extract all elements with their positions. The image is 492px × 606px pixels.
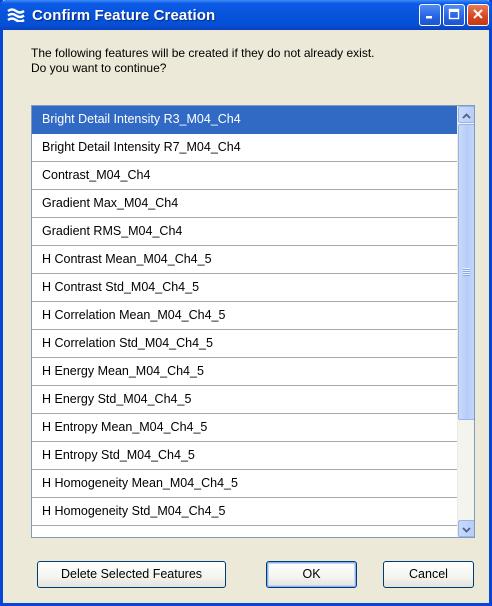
feature-list-item[interactable]: H Correlation Mean_M04_Ch4_5 xyxy=(32,302,457,330)
feature-list-item[interactable]: Bright Detail Intensity R3_M04_Ch4 xyxy=(32,106,457,134)
feature-list-item[interactable]: Bright Detail Intensity R7_M04_Ch4 xyxy=(32,134,457,162)
vertical-scrollbar[interactable] xyxy=(457,106,474,537)
confirmation-message: The following features will be created i… xyxy=(31,46,471,76)
maximize-button[interactable] xyxy=(443,4,465,26)
chevron-down-icon xyxy=(462,522,471,536)
feature-list-item[interactable]: H Homogeneity Mean_M04_Ch4_5 xyxy=(32,470,457,498)
feature-list-item[interactable]: H Energy Mean_M04_Ch4_5 xyxy=(32,358,457,386)
message-line-1: The following features will be created i… xyxy=(31,46,375,60)
feature-list-item[interactable]: H Entropy Std_M04_Ch4_5 xyxy=(32,442,457,470)
scroll-down-button[interactable] xyxy=(458,520,474,537)
dialog-window: Confirm Feature Creation The following f… xyxy=(0,0,492,606)
delete-selected-features-button[interactable]: Delete Selected Features xyxy=(37,561,226,588)
feature-list-item[interactable]: H Entropy Mean_M04_Ch4_5 xyxy=(32,414,457,442)
message-line-2: Do you want to continue? xyxy=(31,61,167,75)
maximize-icon xyxy=(448,8,460,23)
feature-list-item[interactable]: H Contrast Std_M04_Ch4_5 xyxy=(32,274,457,302)
feature-list-item[interactable]: Contrast_M04_Ch4 xyxy=(32,162,457,190)
scroll-thumb[interactable] xyxy=(458,124,474,420)
dialog-app-icon xyxy=(6,7,26,23)
window-title: Confirm Feature Creation xyxy=(32,6,216,24)
window-controls xyxy=(419,4,489,26)
ok-button[interactable]: OK xyxy=(266,561,357,588)
cancel-button[interactable]: Cancel xyxy=(383,561,474,588)
minimize-icon xyxy=(424,8,436,23)
grip-icon xyxy=(463,268,470,276)
feature-listbox[interactable]: Bright Detail Intensity R3_M04_Ch4 Bright… xyxy=(31,105,475,538)
feature-list-item[interactable]: H Homogeneity Std_M04_Ch4_5 xyxy=(32,498,457,526)
close-icon xyxy=(472,8,484,23)
feature-list-item[interactable]: Gradient Max_M04_Ch4 xyxy=(32,190,457,218)
chevron-up-icon xyxy=(462,108,471,122)
close-button[interactable] xyxy=(467,4,489,26)
feature-list-item[interactable]: H Contrast Mean_M04_Ch4_5 xyxy=(32,246,457,274)
minimize-button[interactable] xyxy=(419,4,441,26)
scroll-up-button[interactable] xyxy=(458,106,474,123)
feature-list: Bright Detail Intensity R3_M04_Ch4 Bright… xyxy=(32,106,457,526)
feature-list-item[interactable]: H Correlation Std_M04_Ch4_5 xyxy=(32,330,457,358)
feature-list-item[interactable]: Gradient RMS_M04_Ch4 xyxy=(32,218,457,246)
title-bar[interactable]: Confirm Feature Creation xyxy=(0,0,492,30)
feature-list-item[interactable]: H Energy Std_M04_Ch4_5 xyxy=(32,386,457,414)
